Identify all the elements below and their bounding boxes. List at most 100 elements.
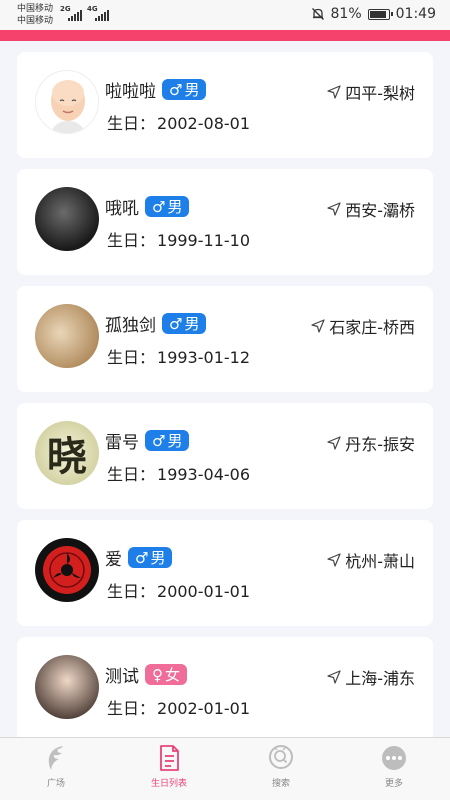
location-arrow-icon <box>327 553 341 567</box>
carrier-1: 中国移动 <box>17 4 54 14</box>
birthday-label: 生日： <box>107 231 156 250</box>
location: 石家庄-桥西 <box>311 314 415 338</box>
signal-icon-2 <box>95 9 111 21</box>
gender-badge: ♂ 男 <box>145 430 190 451</box>
status-bar: 中国移动 中国移动 2G 4G 81% 01:49 <box>0 0 450 30</box>
gender-label: 男 <box>167 198 183 216</box>
user-name: 爱 <box>105 550 122 570</box>
user-name: 啦啦啦 <box>105 82 156 102</box>
location: 杭州-萧山 <box>327 548 415 572</box>
header-accent-bar <box>0 30 450 41</box>
carrier-2: 中国移动 <box>17 16 54 26</box>
name-row: 测试 ♀ 女 <box>105 662 188 687</box>
birthday-label: 生日： <box>107 699 156 718</box>
gender-label: 男 <box>150 549 166 567</box>
user-card[interactable]: 爱 ♂ 男 杭州-萧山 生日： 2000-01-01 <box>17 520 433 626</box>
birthday-label: 生日： <box>107 582 156 601</box>
user-card[interactable]: 测试 ♀ 女 上海-浦东 生日： 2002-01-01 <box>17 637 433 737</box>
location: 四平-梨树 <box>327 80 415 104</box>
location-arrow-icon <box>327 670 341 684</box>
birthday-date: 2000-01-01 <box>157 582 250 601</box>
birthday-label: 生日： <box>107 348 156 367</box>
gender-badge: ♂ 男 <box>145 196 190 217</box>
location-text: 石家庄-桥西 <box>329 318 415 337</box>
location: 上海-浦东 <box>327 665 415 689</box>
tab-plaza[interactable]: 广场 <box>21 744 91 796</box>
gender-label: 男 <box>167 432 183 450</box>
location-text: 丹东-振安 <box>345 435 415 454</box>
birthday-date: 1993-04-06 <box>157 465 250 484</box>
document-icon <box>160 745 179 771</box>
tab-label: 搜索 <box>271 779 290 789</box>
birthday-label: 生日： <box>107 114 156 133</box>
location-arrow-icon <box>311 319 325 333</box>
avatar[interactable] <box>35 187 99 251</box>
location-arrow-icon <box>327 202 341 216</box>
male-icon: ♂ <box>152 197 166 216</box>
location: 西安-灞桥 <box>327 197 415 221</box>
clock: 01:49 <box>395 6 436 22</box>
name-row: 雷号 ♂ 男 <box>105 428 190 453</box>
birthday: 生日： 2002-01-01 <box>105 695 250 719</box>
location-text: 杭州-萧山 <box>345 552 415 571</box>
name-row: 孤独剑 ♂ 男 <box>105 311 207 336</box>
avatar-calligraphy: 晓 <box>47 433 87 480</box>
location-arrow-icon <box>327 85 341 99</box>
location: 丹东-振安 <box>327 431 415 455</box>
birthday-date: 2002-01-01 <box>157 699 250 718</box>
gender-badge: ♂ 男 <box>162 79 207 100</box>
gender-badge: ♂ 男 <box>162 313 207 334</box>
tab-birthday-list[interactable]: 生日列表 <box>134 744 204 796</box>
user-name: 雷号 <box>105 433 139 453</box>
tab-search[interactable]: 搜索 <box>246 744 316 796</box>
birthday: 生日： 2000-01-01 <box>105 578 250 602</box>
battery-percent: 81% <box>330 6 362 22</box>
tab-label: 生日列表 <box>150 779 187 789</box>
birthday-date: 1993-01-12 <box>157 348 250 367</box>
search-icon <box>269 745 293 769</box>
user-card[interactable]: 啦啦啦 ♂ 男 四平-梨树 生日： 2002-08-01 <box>17 52 433 158</box>
avatar[interactable] <box>35 304 99 368</box>
avatar[interactable] <box>35 538 99 602</box>
user-card[interactable]: 孤独剑 ♂ 男 石家庄-桥西 生日： 1993-01-12 <box>17 286 433 392</box>
gender-label: 男 <box>184 81 200 99</box>
user-name: 孤独剑 <box>105 316 156 336</box>
male-icon: ♂ <box>135 548 149 567</box>
birthday-date: 1999-11-10 <box>157 231 250 250</box>
male-icon: ♂ <box>169 80 183 99</box>
tab-label: 广场 <box>46 779 65 789</box>
user-card[interactable]: 晓 雷号 ♂ 男 丹东-振安 生日： 1993-04-06 <box>17 403 433 509</box>
user-card[interactable]: 哦吼 ♂ 男 西安-灞桥 生日： 1999-11-10 <box>17 169 433 275</box>
male-icon: ♂ <box>152 431 166 450</box>
location-text: 四平-梨树 <box>345 84 415 103</box>
name-row: 啦啦啦 ♂ 男 <box>105 77 207 102</box>
battery-icon <box>367 8 393 20</box>
gender-badge: ♂ 男 <box>128 547 173 568</box>
birthday-label: 生日： <box>107 465 156 484</box>
tab-label: 更多 <box>384 779 403 789</box>
wing-icon <box>48 746 63 770</box>
female-icon: ♀ <box>152 665 163 684</box>
birthday: 生日： 1993-01-12 <box>105 344 250 368</box>
male-icon: ♂ <box>169 314 183 333</box>
birthday: 生日： 1993-04-06 <box>105 461 250 485</box>
birthday: 生日： 2002-08-01 <box>105 110 250 134</box>
tab-more[interactable]: 更多 <box>359 744 429 796</box>
avatar[interactable]: 晓 <box>35 421 99 485</box>
location-text: 上海-浦东 <box>345 669 415 688</box>
name-row: 哦吼 ♂ 男 <box>105 194 190 219</box>
avatar[interactable] <box>35 655 99 719</box>
avatar[interactable] <box>35 70 99 134</box>
mute-bell-icon <box>311 8 324 20</box>
location-text: 西安-灞桥 <box>345 201 415 220</box>
name-row: 爱 ♂ 男 <box>105 545 173 570</box>
gender-label: 女 <box>165 666 181 684</box>
more-icon <box>382 746 406 770</box>
bottom-tab-bar: 广场 生日列表 搜索 更多 <box>0 737 450 800</box>
user-name: 测试 <box>105 667 139 687</box>
user-name: 哦吼 <box>105 199 139 219</box>
carrier-labels: 中国移动 中国移动 <box>17 3 53 27</box>
birthday-list[interactable]: 啦啦啦 ♂ 男 四平-梨树 生日： 2002-08-01 哦吼 ♂ 男 西安-灞桥 <box>0 41 450 737</box>
signal-icon <box>68 9 84 21</box>
birthday-date: 2002-08-01 <box>157 114 250 133</box>
